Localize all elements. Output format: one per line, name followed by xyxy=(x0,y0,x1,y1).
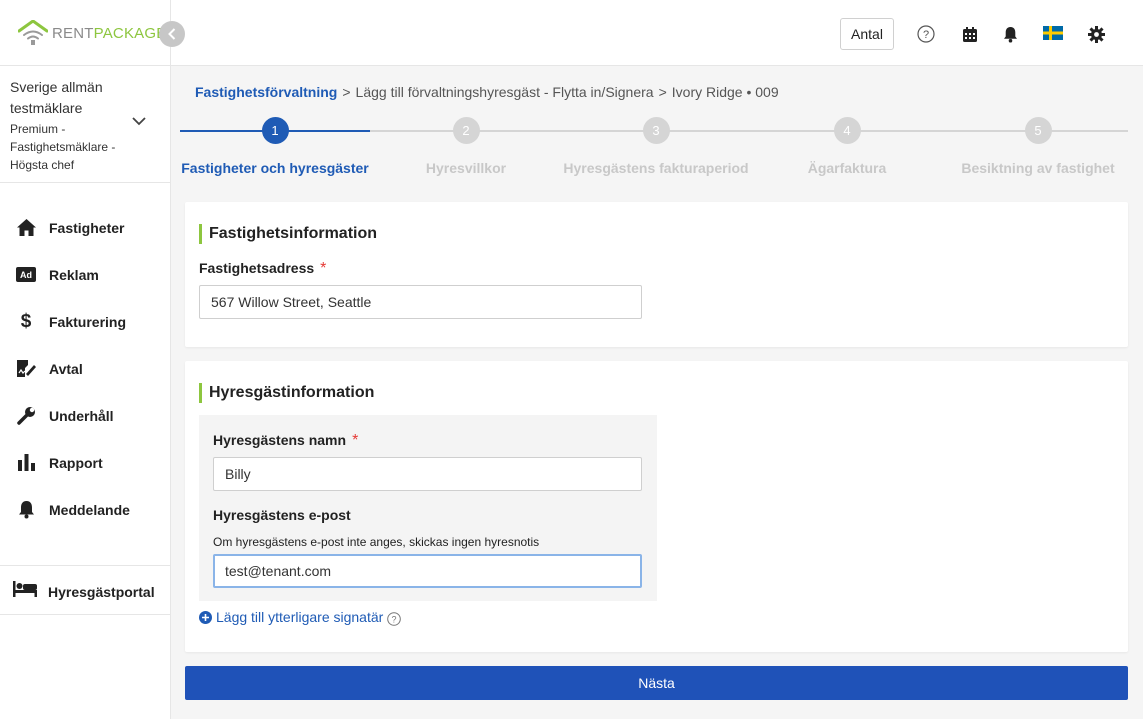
add-signer-label: Lägg till ytterligare signatär xyxy=(216,609,384,625)
step-number: 3 xyxy=(642,117,670,144)
tenant-email-label: Hyresgästens e-post xyxy=(213,507,351,523)
ad-icon: Ad xyxy=(15,265,37,285)
notification-bell-icon[interactable] xyxy=(1000,24,1020,44)
step-2[interactable]: 2 Hyresvillkor xyxy=(371,117,561,176)
breadcrumb-separator: > xyxy=(658,84,667,100)
step-label: Fastigheter och hyresgäster xyxy=(181,160,369,176)
section-title: Hyresgästinformation xyxy=(199,383,374,403)
svg-text:Ad: Ad xyxy=(20,270,32,280)
add-signer-link[interactable]: Lägg till ytterligare signatär ? xyxy=(199,608,402,626)
account-switcher[interactable]: Sverige allmän testmäklare Premium - Fas… xyxy=(0,66,170,183)
step-1[interactable]: 1 Fastigheter och hyresgäster xyxy=(180,117,370,176)
nav-item-meddelande[interactable]: Meddelande xyxy=(0,486,170,533)
plus-circle-icon xyxy=(199,610,212,624)
sweden-flag-icon[interactable] xyxy=(1043,26,1063,40)
step-label: Hyresvillkor xyxy=(425,160,507,176)
nav-label: Rapport xyxy=(49,454,103,471)
step-label: Hyresgästens fakturaperiod xyxy=(563,160,749,176)
tenant-name-field[interactable] xyxy=(213,457,642,491)
progress-stepper: 1 Fastigheter och hyresgäster 2 Hyresvil… xyxy=(180,117,1128,177)
wrench-icon xyxy=(15,406,37,426)
property-info-card: Fastighetsinformation Fastighetsadress * xyxy=(185,202,1128,347)
calendar-icon[interactable] xyxy=(960,24,980,44)
breadcrumb-separator: > xyxy=(342,84,351,100)
nav-item-fakturering[interactable]: $ Fakturering xyxy=(0,298,170,345)
step-label: Ägarfaktura xyxy=(807,160,887,176)
chevron-left-icon xyxy=(168,28,176,40)
nav-label: Meddelande xyxy=(49,501,130,518)
nav-label: Fakturering xyxy=(49,313,127,330)
antal-button[interactable]: Antal xyxy=(840,18,894,50)
next-button[interactable]: Nästa xyxy=(185,666,1128,700)
settings-gear-icon[interactable] xyxy=(1086,24,1106,44)
nav-label: Underhåll xyxy=(49,407,114,424)
contract-icon xyxy=(15,359,37,379)
brand-name: RENTPACKAGE xyxy=(52,24,167,42)
section-title: Fastighetsinformation xyxy=(199,224,377,244)
property-address-field[interactable] xyxy=(199,285,642,319)
tenant-email-hint: Om hyresgästens e-post inte anges, skick… xyxy=(213,535,540,549)
bar-chart-icon xyxy=(15,453,37,473)
home-icon xyxy=(15,218,37,238)
nav-item-underhall[interactable]: Underhåll xyxy=(0,392,170,439)
tenant-info-card: Hyresgästinformation Hyresgästens namn * … xyxy=(185,361,1128,652)
step-number: 4 xyxy=(833,117,861,144)
breadcrumb: Fastighetsförvaltning > Lägg till förvaltn… xyxy=(195,84,779,100)
main-nav: Fastigheter Ad Reklam $ Fakturering Avta… xyxy=(0,183,170,533)
step-4[interactable]: 4 Ägarfaktura xyxy=(752,117,942,176)
step-3[interactable]: 3 Hyresgästens fakturaperiod xyxy=(561,117,751,176)
nav-label: Avtal xyxy=(49,360,83,377)
step-number: 5 xyxy=(1024,117,1052,144)
step-number: 1 xyxy=(261,117,289,144)
nav-item-rapport[interactable]: Rapport xyxy=(0,439,170,486)
collapse-sidebar-button[interactable] xyxy=(159,21,185,47)
svg-text:?: ? xyxy=(923,29,929,41)
step-label: Besiktning av fastighet xyxy=(961,160,1115,176)
top-header: Antal ? xyxy=(171,0,1143,66)
breadcrumb-property: Ivory Ridge • 009 xyxy=(671,84,779,100)
account-name: Sverige allmän testmäklare xyxy=(10,79,103,116)
nav-label: Hyresgästportal xyxy=(48,583,155,600)
rentpackage-logo[interactable]: RENTPACKAGE xyxy=(18,20,166,46)
required-marker: * xyxy=(352,432,359,449)
bed-icon xyxy=(13,581,37,602)
bell-icon xyxy=(15,500,37,520)
help-icon[interactable]: ? xyxy=(916,24,936,44)
divider xyxy=(0,565,170,566)
nav-label: Reklam xyxy=(49,266,99,283)
tenant-entry: Hyresgästens namn* Hyresgästens e-post O… xyxy=(199,415,657,601)
svg-text:?: ? xyxy=(392,614,397,624)
step-number: 2 xyxy=(452,117,480,144)
chevron-down-icon[interactable] xyxy=(132,117,146,126)
breadcrumb-root-link[interactable]: Fastighetsförvaltning xyxy=(195,84,337,100)
tenant-name-label: Hyresgästens namn * xyxy=(213,432,359,449)
tenant-email-field[interactable] xyxy=(213,554,642,588)
address-label: Fastighetsadress * xyxy=(199,260,327,277)
dollar-icon: $ xyxy=(20,310,32,332)
required-marker: * xyxy=(320,260,327,277)
breadcrumb-page: Lägg till förvaltningshyresgäst - Flytta… xyxy=(355,84,654,100)
sidebar: RENTPACKAGE Sverige allmän testmäklare P… xyxy=(0,0,171,719)
help-icon[interactable]: ? xyxy=(387,612,402,626)
account-role: Premium - Fastighetsmäklare - Högsta che… xyxy=(10,122,116,172)
nav-item-avtal[interactable]: Avtal xyxy=(0,345,170,392)
nav-item-fastigheter[interactable]: Fastigheter xyxy=(0,204,170,251)
step-5[interactable]: 5 Besiktning av fastighet xyxy=(943,117,1133,176)
logo-area: RENTPACKAGE xyxy=(0,0,170,66)
wifi-house-icon xyxy=(18,20,48,45)
nav-item-hyresgastportal[interactable]: Hyresgästportal xyxy=(0,569,170,615)
nav-item-reklam[interactable]: Ad Reklam xyxy=(0,251,170,298)
nav-label: Fastigheter xyxy=(49,219,125,236)
